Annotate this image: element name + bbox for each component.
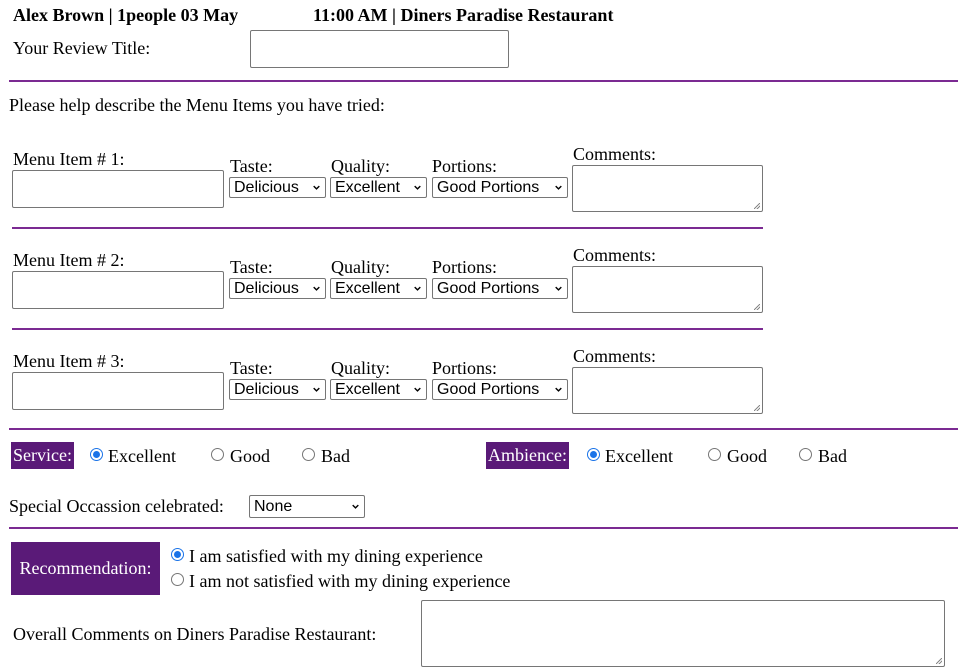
service-excellent-radio[interactable] — [90, 448, 103, 461]
service-good-radio[interactable] — [211, 448, 224, 461]
chevron-down-icon — [313, 185, 320, 190]
chevron-down-icon — [313, 387, 320, 392]
divider — [9, 428, 958, 430]
comments-textarea[interactable] — [572, 165, 763, 212]
divider — [12, 328, 763, 330]
comments-textarea[interactable] — [572, 266, 763, 313]
portions-value: Good Portions — [437, 280, 540, 297]
quality-select[interactable]: Excellent — [330, 379, 427, 400]
portions-select[interactable]: Good Portions — [432, 379, 568, 400]
divider — [12, 227, 763, 229]
ambience-good-radio[interactable] — [708, 448, 721, 461]
recommendation-not-satisfied-label[interactable]: I am not satisfied with my dining experi… — [189, 571, 510, 592]
ambience-label: Ambience: — [486, 442, 569, 469]
service-bad-radio[interactable] — [302, 448, 315, 461]
review-title-input[interactable] — [250, 30, 509, 68]
ambience-excellent-label[interactable]: Excellent — [605, 446, 673, 467]
quality-label: Quality: — [331, 156, 390, 176]
chevron-down-icon — [352, 504, 359, 509]
reservation-info: Alex Brown | 1people 03 May — [13, 5, 239, 25]
review-title-label: Your Review Title: — [13, 38, 151, 58]
chevron-down-icon — [414, 387, 421, 392]
taste-label: Taste: — [230, 156, 273, 176]
ambience-excellent-radio[interactable] — [587, 448, 600, 461]
quality-value: Excellent — [335, 179, 400, 196]
chevron-down-icon — [414, 286, 421, 291]
chevron-down-icon — [414, 185, 421, 190]
recommendation-not-satisfied-radio[interactable] — [171, 573, 184, 586]
menu-item-label: Menu Item # 1: — [13, 149, 125, 169]
quality-label: Quality: — [331, 257, 390, 277]
special-occasion-label: Special Occassion celebrated: — [9, 496, 224, 516]
quality-select[interactable]: Excellent — [330, 177, 427, 198]
chevron-down-icon — [313, 286, 320, 291]
menu-item-label: Menu Item # 3: — [13, 351, 125, 371]
service-good-label[interactable]: Good — [230, 446, 270, 467]
special-occasion-select[interactable]: None — [249, 495, 365, 518]
portions-label: Portions: — [432, 156, 498, 176]
reservation-time-restaurant: 11:00 AM | Diners Paradise Restaurant — [313, 5, 614, 25]
taste-label: Taste: — [230, 358, 273, 378]
comments-label: Comments: — [573, 144, 657, 164]
menu-item-input[interactable] — [12, 271, 224, 309]
chevron-down-icon — [555, 387, 562, 392]
taste-label: Taste: — [230, 257, 273, 277]
taste-select[interactable]: Delicious — [229, 177, 326, 198]
portions-label: Portions: — [432, 257, 498, 277]
ambience-bad-radio[interactable] — [799, 448, 812, 461]
comments-label: Comments: — [573, 245, 657, 265]
ambience-bad-label[interactable]: Bad — [818, 446, 847, 467]
taste-value: Delicious — [234, 280, 299, 297]
service-excellent-label[interactable]: Excellent — [108, 446, 176, 467]
portions-value: Good Portions — [437, 381, 540, 398]
overall-comments-textarea[interactable] — [421, 600, 945, 667]
recommendation-satisfied-radio[interactable] — [171, 548, 184, 561]
divider — [9, 80, 958, 82]
overall-comments-label: Overall Comments on Diners Paradise Rest… — [13, 624, 377, 644]
menu-item-input[interactable] — [12, 170, 224, 208]
taste-value: Delicious — [234, 179, 299, 196]
recommendation-label: Recommendation: — [11, 542, 160, 595]
quality-label: Quality: — [331, 358, 390, 378]
taste-select[interactable]: Delicious — [229, 379, 326, 400]
comments-label: Comments: — [573, 346, 657, 366]
recommendation-satisfied-label[interactable]: I am satisfied with my dining experience — [189, 546, 483, 567]
service-label: Service: — [11, 442, 74, 469]
quality-value: Excellent — [335, 280, 400, 297]
portions-select[interactable]: Good Portions — [432, 177, 568, 198]
portions-label: Portions: — [432, 358, 498, 378]
chevron-down-icon — [555, 286, 562, 291]
comments-textarea[interactable] — [572, 367, 763, 414]
menu-items-intro: Please help describe the Menu Items you … — [9, 95, 385, 115]
chevron-down-icon — [555, 185, 562, 190]
ambience-good-label[interactable]: Good — [727, 446, 767, 467]
menu-item-input[interactable] — [12, 372, 224, 410]
portions-select[interactable]: Good Portions — [432, 278, 568, 299]
service-bad-label[interactable]: Bad — [321, 446, 350, 467]
special-occasion-value: None — [254, 498, 293, 515]
portions-value: Good Portions — [437, 179, 540, 196]
quality-select[interactable]: Excellent — [330, 278, 427, 299]
menu-item-label: Menu Item # 2: — [13, 250, 125, 270]
quality-value: Excellent — [335, 381, 400, 398]
divider — [9, 527, 958, 529]
taste-value: Delicious — [234, 381, 299, 398]
taste-select[interactable]: Delicious — [229, 278, 326, 299]
